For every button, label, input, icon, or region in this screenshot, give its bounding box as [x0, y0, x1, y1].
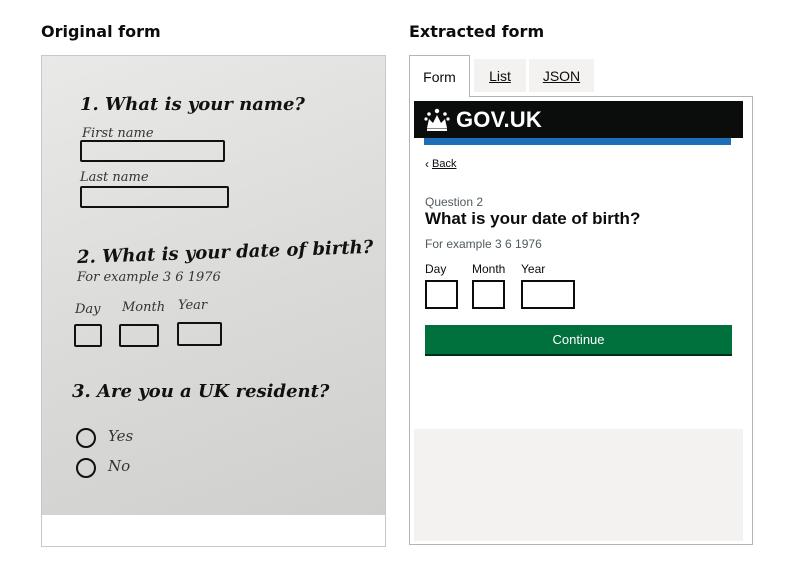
paper-year-label: Year [178, 298, 208, 313]
paper-example-text: For example 3 6 1976 [77, 270, 221, 285]
month-label: Month [472, 262, 506, 276]
tab-json[interactable]: JSON [529, 59, 594, 92]
paper-yes-radio [76, 428, 96, 448]
paper-no-radio [76, 458, 96, 478]
day-input[interactable] [425, 280, 458, 309]
month-input[interactable] [472, 280, 505, 309]
govuk-logo-text: GOV.UK [456, 106, 542, 132]
tab-form[interactable]: Form [409, 55, 470, 97]
paper-question-1: 1. What is your name? [80, 94, 305, 115]
year-label: Year [521, 262, 546, 276]
paper-first-name-label: First name [82, 126, 154, 141]
original-form-image: 1. What is your name? First name Last na… [41, 55, 386, 547]
paper-year-box [177, 322, 222, 346]
form-preview: GOV.UK ‹ Back Question 2 What is your da… [409, 96, 753, 545]
paper-month-box [119, 324, 159, 347]
paper-day-label: Day [75, 302, 101, 317]
year-input[interactable] [521, 280, 575, 309]
crown-icon [424, 108, 450, 131]
preview-footer [414, 429, 743, 541]
paper-month-label: Month [122, 300, 166, 315]
chevron-left-icon: ‹ [425, 157, 429, 171]
back-link-label: Back [432, 158, 457, 170]
continue-button[interactable]: Continue [425, 325, 732, 354]
paper-last-name-label: Last name [80, 170, 149, 185]
paper-question-3: 3. Are you a UK resident? [72, 381, 330, 402]
question-heading: What is your date of birth? [425, 209, 641, 228]
govuk-header: GOV.UK [414, 101, 743, 138]
paper-first-name-box [80, 140, 225, 162]
tab-list[interactable]: List [474, 59, 526, 92]
extracted-form-title: Extracted form [409, 22, 545, 41]
back-link[interactable]: ‹ Back [425, 157, 456, 171]
paper-no-label: No [108, 457, 131, 475]
question-hint: For example 3 6 1976 [425, 237, 542, 251]
paper-last-name-box [80, 186, 229, 208]
original-form-title: Original form [41, 22, 161, 41]
handwritten-paper: 1. What is your name? First name Last na… [42, 56, 385, 515]
day-label: Day [425, 262, 447, 276]
paper-question-2: 2. What is your date of birth? [76, 236, 374, 269]
header-blue-bar [424, 138, 731, 145]
paper-yes-label: Yes [108, 427, 134, 445]
question-caption: Question 2 [425, 195, 484, 209]
paper-day-box [74, 324, 102, 347]
